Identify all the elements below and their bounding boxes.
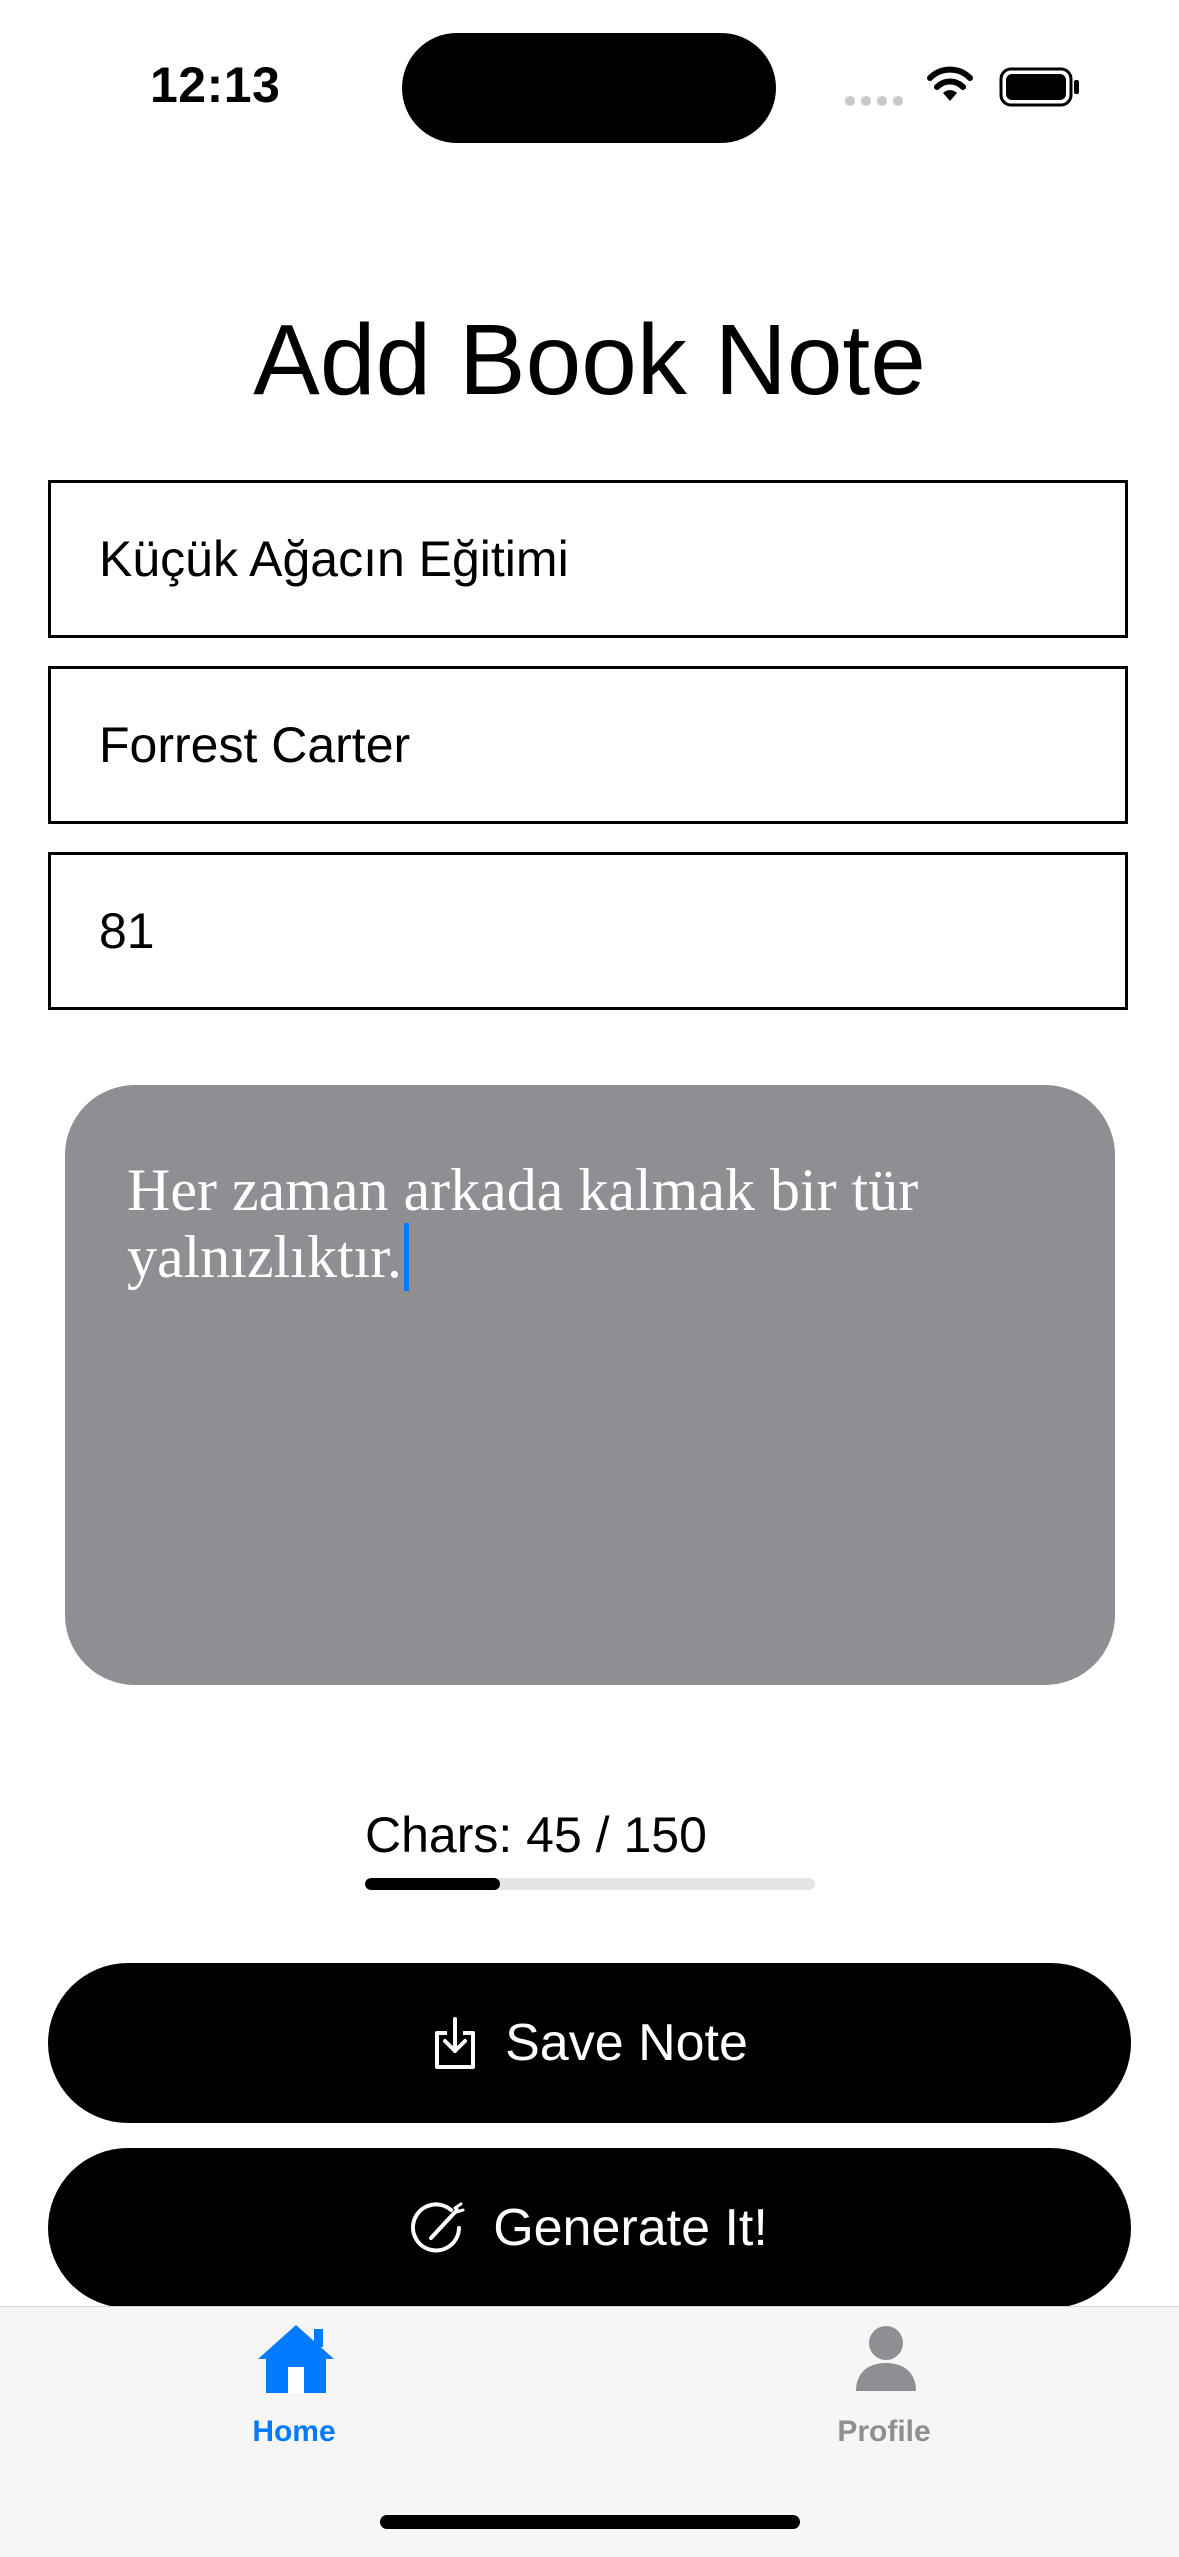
save-note-label: Save Note <box>505 2014 748 2072</box>
tab-profile-label: Profile <box>837 2415 931 2448</box>
home-icon <box>258 2325 334 2393</box>
magic-wand-icon <box>411 2202 465 2253</box>
status-bar: 12:13 <box>0 0 1179 150</box>
page-number-field[interactable] <box>48 852 1128 1010</box>
note-text: Her zaman arkada kalmak bir tür yalnızlı… <box>127 1157 919 1290</box>
char-progress-fill <box>365 1878 500 1890</box>
save-note-button[interactable]: Save Note <box>48 1963 1131 2123</box>
author-input[interactable] <box>51 669 1125 821</box>
wifi-icon <box>927 66 973 101</box>
char-progress-bar <box>365 1878 815 1890</box>
home-indicator <box>380 2515 800 2529</box>
page-number-input[interactable] <box>51 855 1125 1007</box>
book-title-input[interactable] <box>51 483 1125 635</box>
char-count-label: Chars: 45 / 150 <box>365 1807 707 1863</box>
generate-label: Generate It! <box>493 2199 768 2257</box>
note-text-container: Her zaman arkada kalmak bir tür yalnızlı… <box>127 1157 1053 1291</box>
tab-profile[interactable]: Profile <box>734 2307 1034 2457</box>
cellular-signal-icon <box>845 96 903 106</box>
save-download-icon <box>435 2017 476 2069</box>
note-textarea[interactable]: Her zaman arkada kalmak bir tür yalnızlı… <box>65 1085 1115 1685</box>
page-title: Add Book Note <box>253 304 926 416</box>
text-cursor <box>403 1223 409 1291</box>
generate-button[interactable]: Generate It! <box>48 2148 1131 2308</box>
battery-icon <box>999 67 1079 107</box>
tab-home[interactable]: Home <box>144 2307 444 2457</box>
tab-home-label: Home <box>252 2415 336 2448</box>
author-field[interactable] <box>48 666 1128 824</box>
status-time: 12:13 <box>150 57 281 113</box>
dynamic-island <box>402 33 776 143</box>
book-title-field[interactable] <box>48 480 1128 638</box>
person-icon <box>856 2326 916 2391</box>
